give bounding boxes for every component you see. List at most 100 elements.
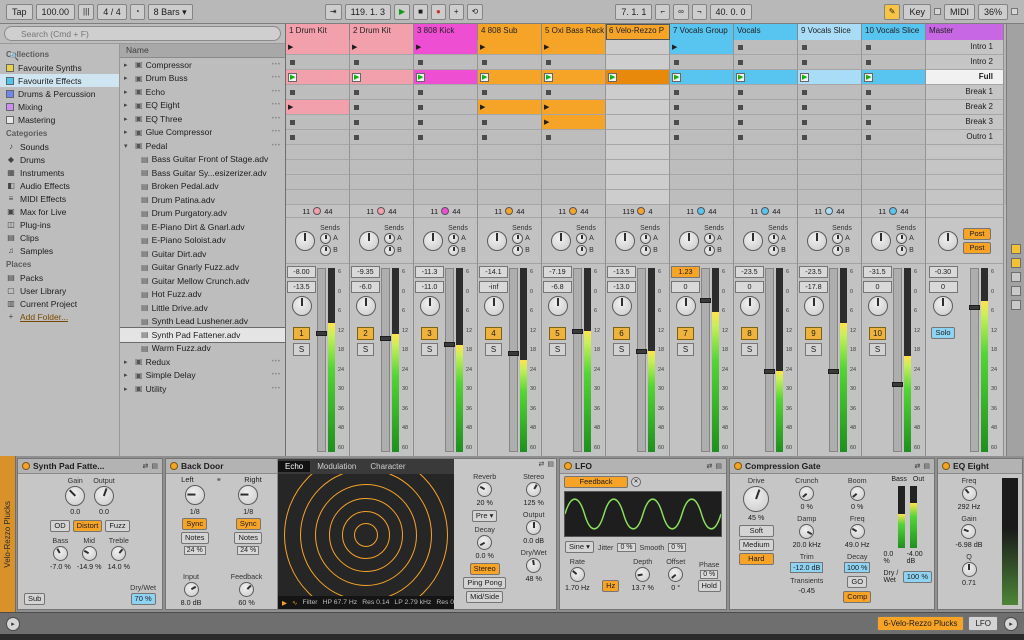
solo-button[interactable]: Solo bbox=[931, 327, 955, 339]
show-detail-toggle[interactable]: ▸ bbox=[1004, 616, 1018, 631]
clip-stop-button[interactable] bbox=[674, 90, 679, 95]
left-sync-mode[interactable]: Notes bbox=[180, 532, 209, 544]
device-on-toggle[interactable] bbox=[170, 462, 178, 470]
pan-knob[interactable] bbox=[938, 230, 958, 251]
show-browser-toggle[interactable]: ▸ bbox=[6, 616, 20, 631]
solo-button[interactable]: S bbox=[869, 343, 886, 356]
send-b-knob[interactable] bbox=[512, 245, 524, 256]
eq-q-knob[interactable]: Q 0.71 bbox=[961, 552, 977, 587]
track-header[interactable]: 1 Drum Kit bbox=[286, 24, 350, 40]
clip-stop-button[interactable] bbox=[802, 60, 807, 65]
volume-fader[interactable] bbox=[892, 268, 903, 452]
gate-header[interactable]: Compression Gate ⇄ ▤ bbox=[730, 459, 934, 474]
clip-slot[interactable] bbox=[798, 55, 862, 70]
medium-mode-button[interactable]: Medium bbox=[738, 539, 774, 551]
clip-stop-button[interactable] bbox=[354, 90, 359, 95]
peak-display[interactable]: 0 bbox=[735, 281, 764, 293]
peak-display[interactable]: -6.8 bbox=[543, 281, 572, 293]
clip-slot[interactable] bbox=[286, 160, 350, 175]
peak-display[interactable]: -6.0 bbox=[351, 281, 380, 293]
solo-button[interactable]: S bbox=[805, 343, 822, 356]
category-item[interactable]: ▣ Max for Live bbox=[0, 205, 119, 218]
clip-slot[interactable] bbox=[414, 130, 478, 145]
soft-mode-button[interactable]: Soft bbox=[738, 525, 774, 537]
clip-slot[interactable] bbox=[350, 145, 414, 160]
gain-knob[interactable]: Gain 0.0 bbox=[65, 476, 86, 516]
pan-knob-2[interactable] bbox=[803, 296, 824, 316]
track-delay-toggle[interactable] bbox=[1010, 300, 1021, 310]
scene-slot[interactable] bbox=[926, 145, 1004, 160]
clip-slot[interactable] bbox=[478, 130, 542, 145]
clip-slot[interactable] bbox=[478, 55, 542, 70]
clip-chip[interactable]: 6-Velo-Rezzo Plucks bbox=[876, 616, 965, 631]
dry-wet-value[interactable]: 70 % bbox=[130, 593, 156, 605]
category-item[interactable]: ≡ MIDI Effects bbox=[0, 192, 119, 205]
send-b-knob[interactable] bbox=[704, 245, 716, 256]
clip-slot[interactable] bbox=[862, 160, 926, 175]
clip-slot[interactable] bbox=[414, 145, 478, 160]
volume-fader[interactable] bbox=[636, 268, 647, 452]
distort-button[interactable]: Distort bbox=[72, 520, 103, 532]
clip-slot[interactable]: ▶ bbox=[606, 70, 670, 85]
clip-stop-button[interactable] bbox=[290, 60, 295, 65]
clip-slot[interactable] bbox=[734, 100, 798, 115]
clip-slot[interactable] bbox=[862, 175, 926, 190]
clip-slot[interactable]: ▶ bbox=[862, 70, 926, 85]
volume-fader[interactable] bbox=[828, 268, 839, 452]
clip-slot[interactable] bbox=[606, 145, 670, 160]
clip-slot[interactable] bbox=[798, 115, 862, 130]
pan-mini-knob[interactable] bbox=[569, 207, 578, 215]
volume-fader[interactable] bbox=[380, 268, 391, 452]
send-a-knob[interactable] bbox=[384, 233, 396, 244]
clip-stop-button[interactable] bbox=[866, 135, 871, 140]
track-activator[interactable]: 5 bbox=[549, 327, 566, 340]
clip-stop-button[interactable] bbox=[802, 45, 807, 50]
clip-slot[interactable] bbox=[414, 55, 478, 70]
punch-in-icon[interactable]: ⌐ bbox=[655, 3, 671, 20]
scene-slot[interactable]: Intro 1 bbox=[926, 40, 1004, 55]
collection-item[interactable]: Mastering bbox=[0, 113, 119, 126]
hp-res-value[interactable]: Res 0.14 bbox=[362, 599, 389, 606]
lp-freq-value[interactable]: LP 2.79 kHz bbox=[394, 599, 431, 606]
browser-device-item[interactable]: ▸ ▣ Simple Delay ••• bbox=[120, 369, 285, 383]
clip-stop-button[interactable] bbox=[802, 105, 807, 110]
pan-knob[interactable] bbox=[807, 230, 828, 251]
stereo-width-knob[interactable]: Stereo 125 % bbox=[523, 472, 544, 507]
clip-slot[interactable] bbox=[286, 85, 350, 100]
clip-slot[interactable] bbox=[734, 175, 798, 190]
loop-icon[interactable]: ∞ bbox=[673, 3, 689, 20]
clip-slot[interactable] bbox=[350, 190, 414, 205]
clip-playing-icon[interactable]: ▶ bbox=[608, 72, 618, 82]
clip-slot[interactable] bbox=[734, 160, 798, 175]
send-b-knob[interactable] bbox=[832, 245, 844, 256]
volume-display[interactable]: -23.5 bbox=[799, 266, 828, 278]
clip-slot[interactable] bbox=[414, 175, 478, 190]
reverb-decay-knob[interactable]: Decay 0.0 % bbox=[475, 525, 495, 560]
clip-slot[interactable] bbox=[478, 160, 542, 175]
track-activator[interactable]: 6 bbox=[613, 327, 630, 340]
hard-mode-button[interactable]: Hard bbox=[738, 553, 774, 565]
volume-fader[interactable] bbox=[969, 268, 980, 452]
output-knob[interactable]: Output 0.0 bbox=[93, 476, 115, 516]
input-knob[interactable]: Input 8.0 dB bbox=[181, 572, 202, 607]
collapsed-arrow-icon[interactable]: ▸ bbox=[124, 371, 132, 379]
track-activator[interactable]: 2 bbox=[357, 327, 374, 340]
browser-preset-item[interactable]: ▤ Drum Purgatory.adv bbox=[120, 207, 285, 221]
post-toggle-a[interactable]: Post bbox=[963, 227, 991, 240]
clip-slot[interactable] bbox=[542, 55, 606, 70]
pan-knob[interactable] bbox=[295, 230, 316, 251]
left-offset-value[interactable]: 24 % bbox=[183, 546, 206, 555]
peak-display[interactable]: 0 bbox=[928, 281, 958, 293]
volume-display[interactable]: -23.5 bbox=[735, 266, 764, 278]
clip-stop-button[interactable] bbox=[482, 90, 487, 95]
clip-slot[interactable] bbox=[798, 100, 862, 115]
pan-knob[interactable] bbox=[743, 230, 764, 251]
device-view-selector[interactable]: Velo-Rezzo Plucks bbox=[0, 456, 16, 612]
echo-tunnel-display[interactable] bbox=[278, 474, 454, 596]
send-a-knob[interactable] bbox=[896, 233, 908, 244]
clip-stop-button[interactable] bbox=[482, 120, 487, 125]
clip-playing-icon[interactable]: ▶ bbox=[352, 72, 362, 82]
clip-stop-button[interactable] bbox=[290, 120, 295, 125]
reverb-knob[interactable]: Reverb 20 % bbox=[473, 472, 496, 507]
send-b-knob[interactable] bbox=[768, 245, 780, 256]
